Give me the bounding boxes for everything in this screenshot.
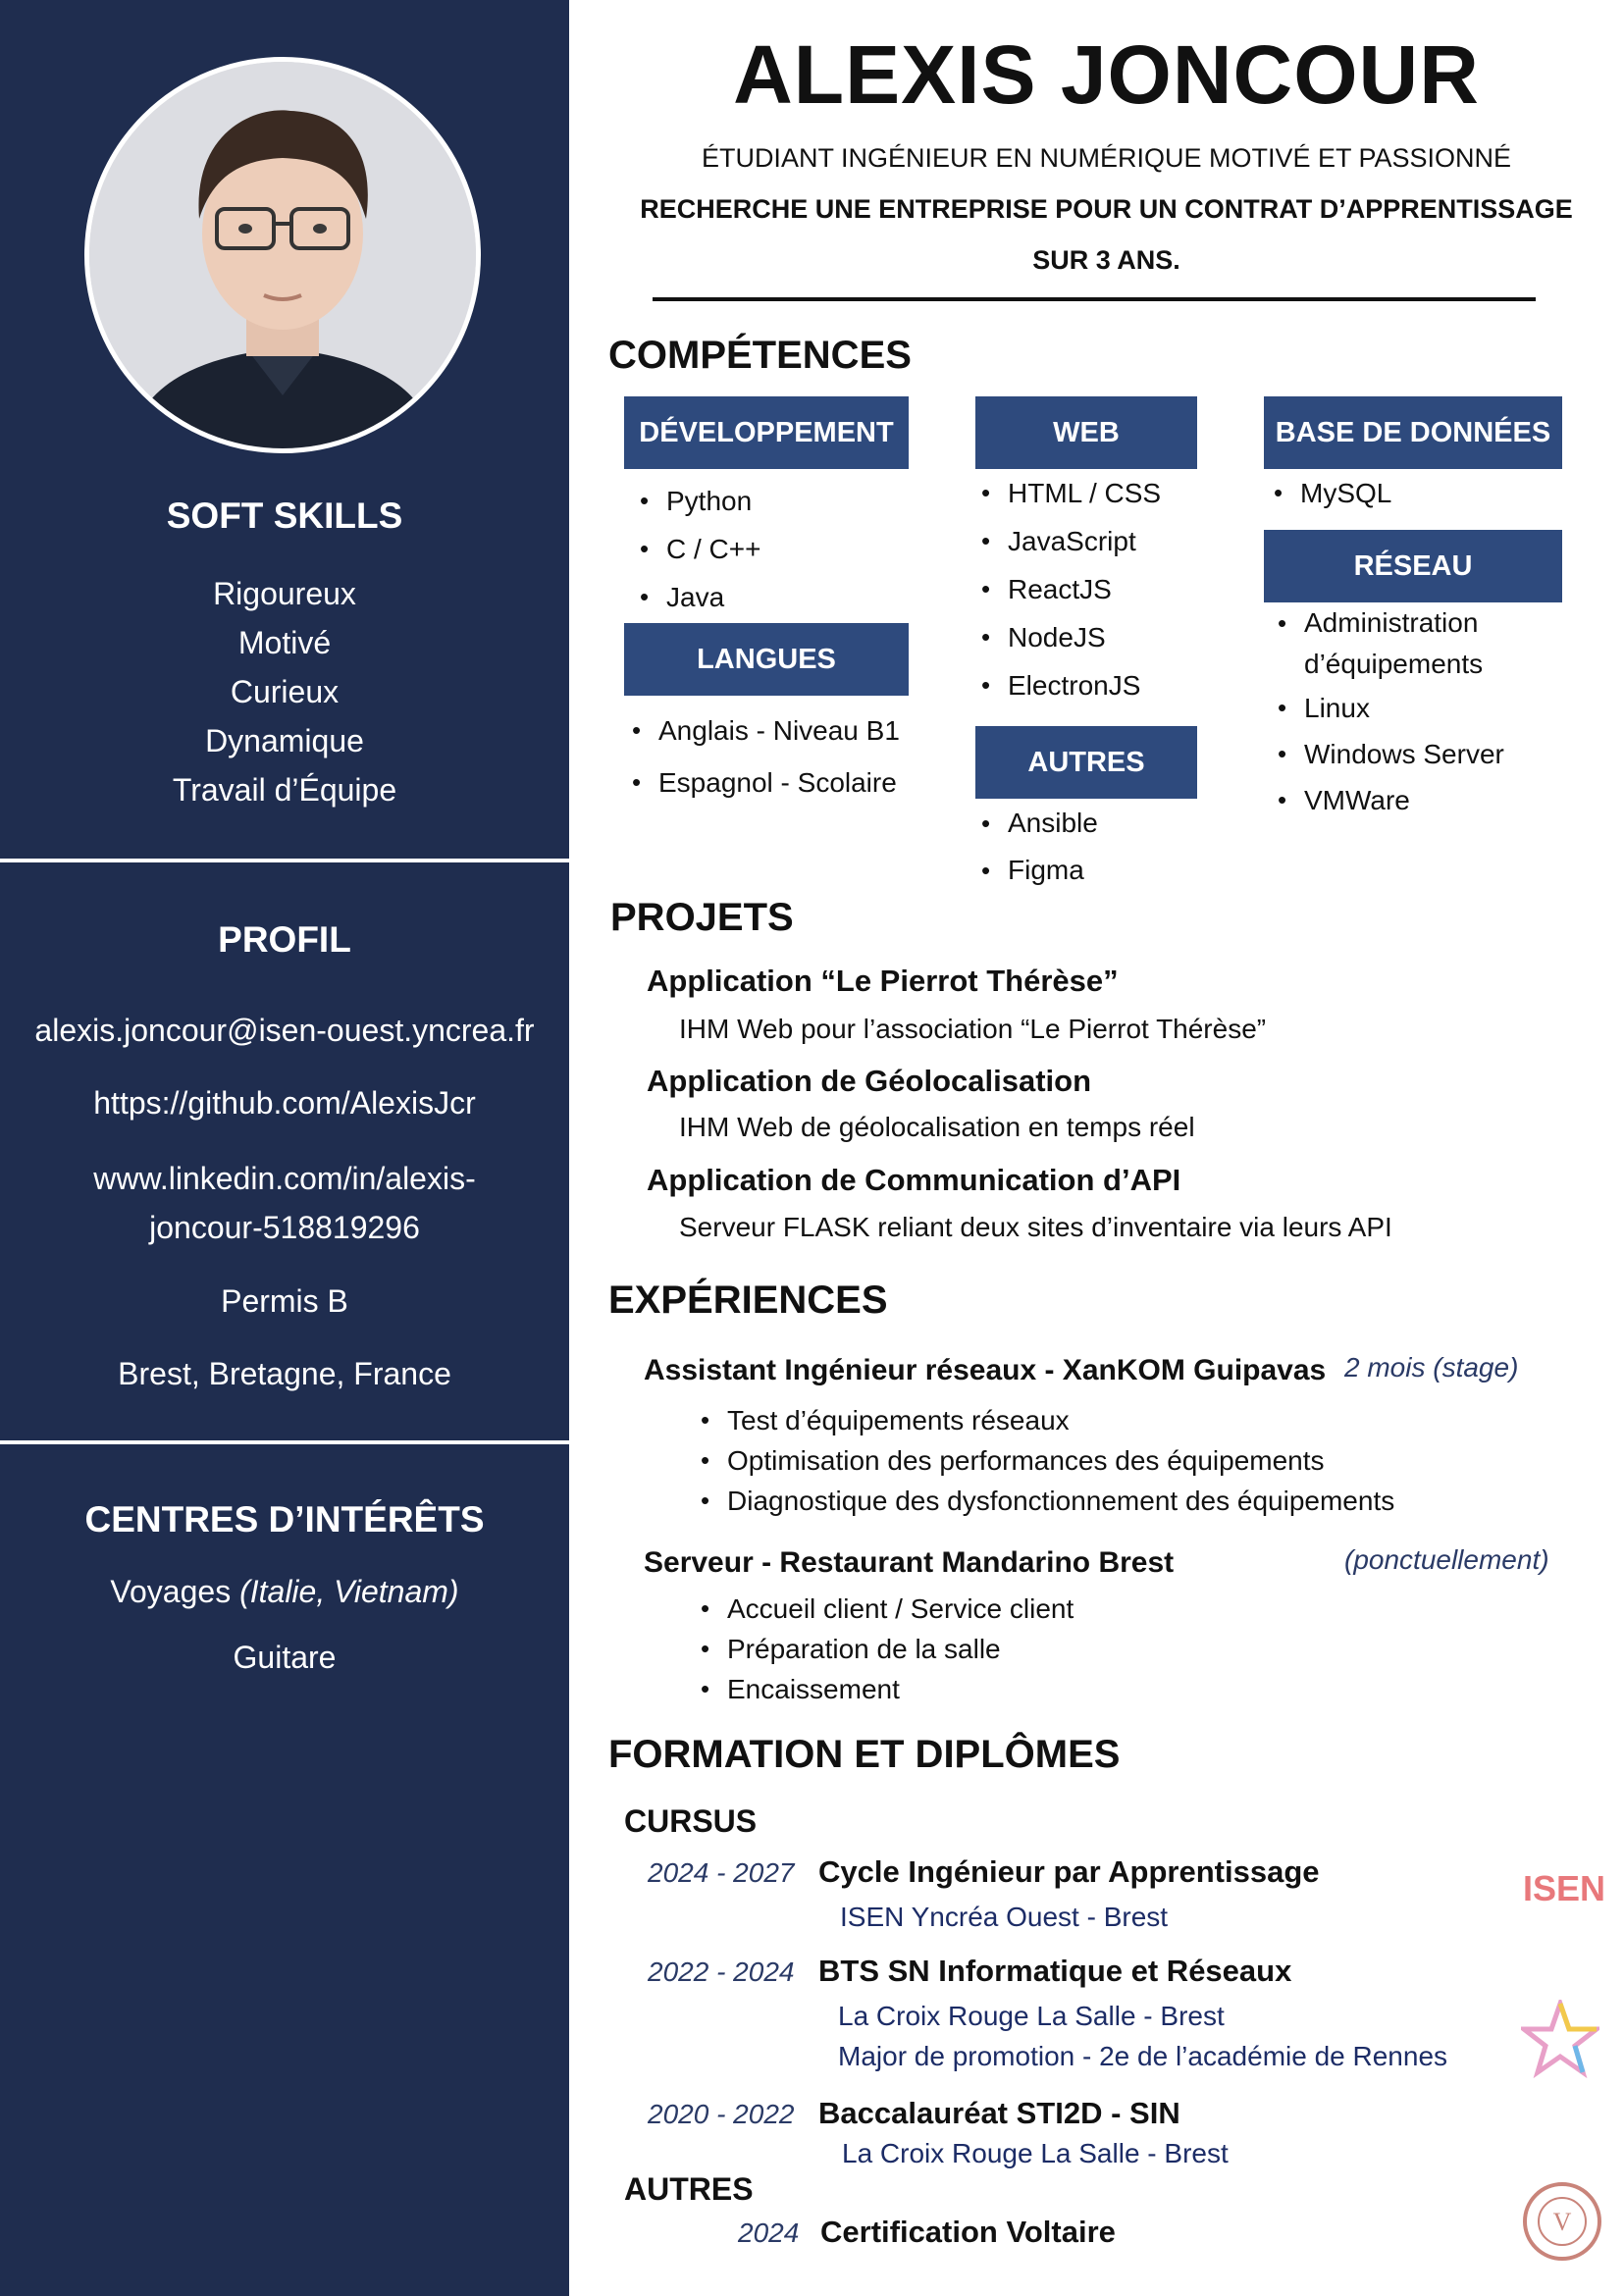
list-item: Administration d’équipements: [1272, 602, 1566, 685]
github-link[interactable]: https://github.com/AlexisJcr: [0, 1078, 569, 1127]
list-item: Python: [634, 477, 909, 525]
location-text: Brest, Bretagne, France: [118, 1356, 451, 1391]
profile-photo: [84, 57, 481, 453]
formation-school: La Croix Rouge La Salle - Brest: [838, 2001, 1225, 2031]
list-item: HTML / CSS: [975, 469, 1211, 517]
bdd-list: MySQL: [1268, 469, 1543, 517]
experience-title: Serveur - Restaurant Mandarino Brest: [644, 1546, 1175, 1579]
project-desc: Serveur FLASK reliant deux sites d’inven…: [679, 1212, 1392, 1242]
list-item-line: d’équipements: [1304, 649, 1484, 679]
sidebar: SOFT SKILLS Rigoureux Motivé Curieux Dyn…: [0, 0, 569, 2296]
list-item: Figma: [975, 847, 1211, 894]
soft-skill-item: Rigoureux: [213, 576, 356, 611]
formation-degree: BTS SN Informatique et Réseaux: [818, 1954, 1292, 1988]
star-logo-icon: [1516, 1996, 1604, 2079]
tagline-line3: SUR 3 ANS.: [1032, 245, 1180, 275]
experiences-title: EXPÉRIENCES: [608, 1278, 888, 1322]
linkedin-link-line2[interactable]: joncour-518819296: [0, 1203, 569, 1252]
experience-period: (ponctuellement): [1344, 1544, 1549, 1575]
cert-year: 2024: [738, 2218, 800, 2248]
cursus-label: CURSUS: [624, 1803, 758, 1839]
list-item: Diagnostique des dysfonctionnement des é…: [695, 1481, 1480, 1521]
list-item: Java: [634, 573, 909, 621]
autres-label: AUTRES: [624, 2171, 754, 2207]
sidebar-divider: [0, 859, 569, 862]
category-langues: LANGUES: [624, 623, 909, 696]
autres-list: Ansible Figma: [975, 800, 1211, 894]
formation-title: FORMATION ET DIPLÔMES: [608, 1733, 1121, 1776]
tagline-line1: ÉTUDIANT INGÉNIEUR EN NUMÉRIQUE MOTIVÉ E…: [701, 143, 1512, 173]
soft-skill-item: Travail d’Équipe: [172, 772, 397, 808]
interest-voyages: Voyages (Italie, Vietnam): [0, 1567, 569, 1616]
tagline-line2: RECHERCHE UNE ENTREPRISE POUR UN CONTRAT…: [640, 194, 1573, 224]
project-desc: IHM Web de géolocalisation en temps réel: [679, 1112, 1195, 1142]
list-item: ReactJS: [975, 565, 1211, 613]
reseau-list: Administration d’équipements Linux Windo…: [1272, 602, 1566, 823]
candidate-name: ALEXIS JONCOUR: [733, 28, 1480, 121]
profil-title: PROFIL: [218, 919, 351, 960]
list-item: C / C++: [634, 525, 909, 573]
list-item: Encaissement: [695, 1669, 1480, 1709]
list-item: Linux: [1272, 685, 1566, 731]
formation-years: 2024 - 2027: [648, 1857, 795, 1888]
interests-title: CENTRES D’INTÉRÊTS: [84, 1499, 485, 1539]
category-developpement: DÉVELOPPEMENT: [624, 396, 909, 469]
developpement-list: Python C / C++ Java: [634, 477, 909, 621]
experience-tasks: Test d’équipements réseaux Optimisation …: [695, 1400, 1480, 1521]
soft-skill-item: Motivé: [237, 625, 332, 660]
permis-text: Permis B: [221, 1283, 348, 1319]
interest-guitare: Guitare: [233, 1640, 337, 1675]
category-base-de-donnees: BASE DE DONNÉES: [1264, 396, 1562, 469]
interest-voyages-detail: (Italie, Vietnam): [239, 1574, 459, 1609]
list-item: Préparation de la salle: [695, 1629, 1480, 1669]
linkedin-link-line1[interactable]: www.linkedin.com/in/alexis-: [0, 1154, 569, 1203]
category-web: WEB: [975, 396, 1197, 469]
formation-years: 2020 - 2022: [648, 2099, 795, 2129]
competences-title: COMPÉTENCES: [608, 334, 912, 377]
soft-skills-title: SOFT SKILLS: [166, 496, 403, 536]
list-item: Accueil client / Service client: [695, 1589, 1480, 1629]
formation-degree: Cycle Ingénieur par Apprentissage: [818, 1854, 1320, 1889]
email-link[interactable]: alexis.joncour@isen-ouest.yncrea.fr: [0, 1006, 569, 1055]
langues-list: Anglais - Niveau B1 Espagnol - Scolaire: [626, 704, 920, 809]
soft-skill-item: Dynamique: [205, 723, 364, 758]
project-title: Application de Communication d’API: [647, 1163, 1181, 1197]
formation-school: ISEN Yncréa Ouest - Brest: [840, 1902, 1169, 1932]
list-item: MySQL: [1268, 469, 1543, 517]
category-autres: AUTRES: [975, 726, 1197, 799]
list-item: Anglais - Niveau B1: [626, 704, 920, 757]
projets-title: PROJETS: [610, 896, 794, 939]
list-item: ElectronJS: [975, 661, 1211, 709]
list-item: Optimisation des performances des équipe…: [695, 1440, 1480, 1481]
cert-name: Certification Voltaire: [820, 2215, 1116, 2249]
isen-logo: ISEN: [1523, 1868, 1606, 1908]
project-title: Application “Le Pierrot Thérèse”: [647, 964, 1119, 998]
list-item: VMWare: [1272, 777, 1566, 823]
list-item: Test d’équipements réseaux: [695, 1400, 1480, 1440]
category-reseau: RÉSEAU: [1264, 530, 1562, 602]
list-item: Windows Server: [1272, 731, 1566, 777]
experience-tasks: Accueil client / Service client Préparat…: [695, 1589, 1480, 1709]
formation-degree: Baccalauréat STI2D - SIN: [818, 2096, 1180, 2130]
formation-years: 2022 - 2024: [648, 1957, 795, 1987]
list-item: NodeJS: [975, 613, 1211, 661]
list-item: Espagnol - Scolaire: [626, 757, 920, 809]
project-desc: IHM Web pour l’association “Le Pierrot T…: [679, 1014, 1267, 1044]
formation-school: La Croix Rouge La Salle - Brest: [842, 2138, 1229, 2168]
voltaire-seal-icon: V: [1521, 2180, 1603, 2263]
list-item-line: Administration: [1304, 607, 1479, 638]
list-item: Ansible: [975, 800, 1211, 847]
svg-text:V: V: [1553, 2208, 1572, 2236]
formation-honor: Major de promotion - 2e de l’académie de…: [838, 2041, 1448, 2071]
sidebar-divider: [0, 1440, 569, 1444]
experience-title: Assistant Ingénieur réseaux - XanKOM Gui…: [644, 1354, 1327, 1386]
list-item: JavaScript: [975, 517, 1211, 565]
interest-voyages-label: Voyages: [110, 1574, 232, 1609]
header-rule: [653, 297, 1536, 301]
soft-skill-item: Curieux: [230, 674, 340, 709]
project-title: Application de Géolocalisation: [647, 1064, 1092, 1098]
experience-period: 2 mois (stage): [1344, 1352, 1519, 1383]
web-list: HTML / CSS JavaScript ReactJS NodeJS Ele…: [975, 469, 1211, 709]
